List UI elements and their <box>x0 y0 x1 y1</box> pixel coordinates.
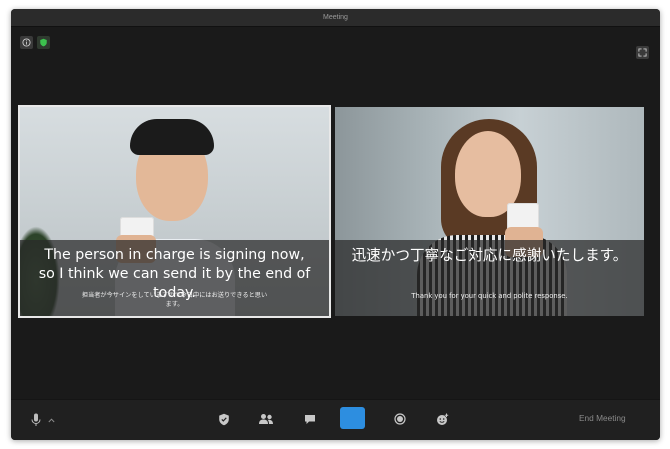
microphone-icon[interactable] <box>29 412 43 428</box>
caption-overlay: The person in charge is signing now, so … <box>20 240 329 316</box>
participant-video-tile[interactable]: 迅速かつ丁寧なご対応に感謝いたします。 Thank you for your q… <box>335 107 644 316</box>
window-title: Meeting <box>11 9 660 27</box>
participants-icon[interactable] <box>257 411 275 427</box>
chevron-up-icon[interactable] <box>47 416 55 424</box>
meeting-window: Meeting The person in charge is signing … <box>11 9 660 440</box>
caption-translation-text: 担当者が今サインをしていますので今日中にはお送りできると思います。 <box>81 292 268 308</box>
record-icon[interactable] <box>392 411 408 427</box>
participant-video-tile-active[interactable]: The person in charge is signing now, so … <box>18 105 331 318</box>
meeting-toolbar: End Meeting <box>11 399 660 440</box>
shield-check-icon[interactable] <box>37 36 50 49</box>
info-icon[interactable] <box>20 36 33 49</box>
caption-main-text: 迅速かつ丁寧なご対応に感謝いたします。 <box>351 247 628 264</box>
share-screen-icon[interactable] <box>340 407 365 429</box>
reactions-icon[interactable] <box>434 411 450 427</box>
end-meeting-button[interactable]: End Meeting <box>579 413 626 423</box>
caption-translation-text: Thank you for your quick and polite resp… <box>411 292 568 300</box>
fullscreen-icon[interactable] <box>636 46 649 59</box>
shield-icon[interactable] <box>216 411 232 427</box>
chat-icon[interactable] <box>302 411 318 427</box>
caption-overlay: 迅速かつ丁寧なご対応に感謝いたします。 Thank you for your q… <box>335 240 644 316</box>
